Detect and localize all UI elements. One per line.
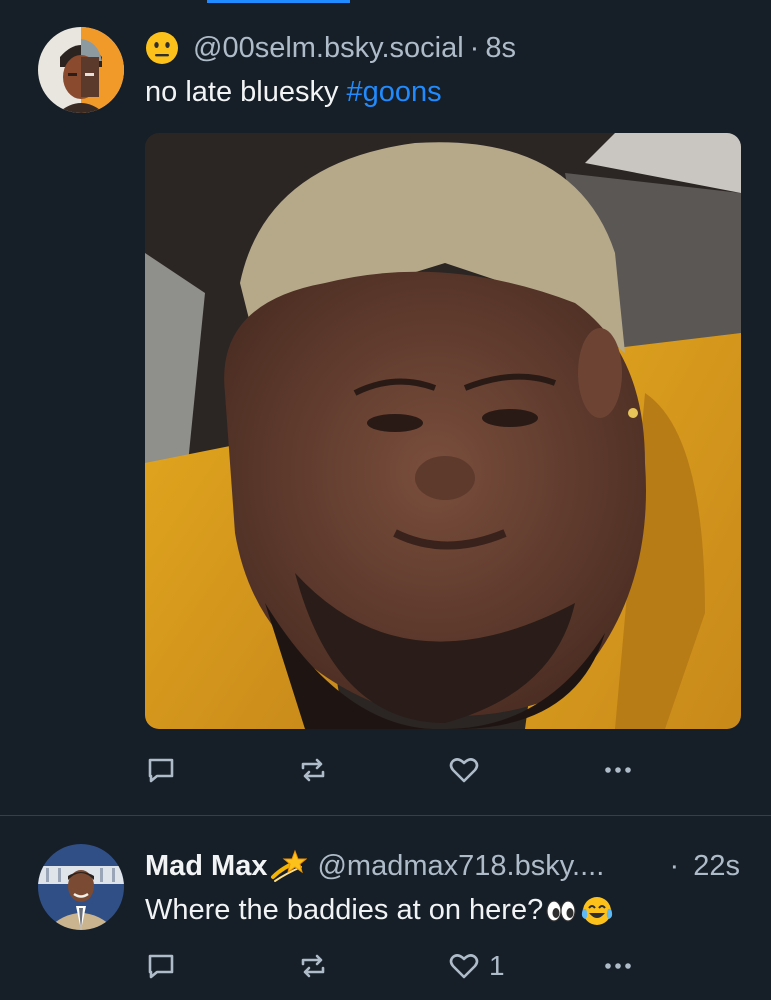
author-handle[interactable]: @madmax718.bsky.... (317, 850, 604, 883)
hashtag-link[interactable]: #goons (346, 76, 441, 109)
tears-of-joy-emoji-icon (582, 896, 613, 925)
post-text: no late bluesky #goons (145, 76, 442, 109)
post-actions (0, 750, 771, 790)
more-options-icon (605, 767, 631, 773)
post-header: Mad Max @madmax718.bsky.... · 22s (145, 848, 740, 884)
reply-icon (148, 758, 174, 783)
feed-post[interactable]: Mad Max @madmax718.bsky.... · 22s Where … (0, 816, 771, 1000)
heart-icon (449, 758, 479, 783)
avatar[interactable] (38, 27, 124, 113)
separator-dot: · (469, 31, 480, 64)
like-button[interactable] (447, 750, 489, 790)
post-image[interactable] (145, 133, 741, 729)
feed-post[interactable]: @00selm.bsky.social · 8s no late bluesky… (0, 0, 771, 815)
reply-icon (148, 954, 174, 979)
reply-button[interactable] (144, 750, 186, 790)
repost-icon (301, 758, 325, 782)
post-actions: 1 (0, 946, 771, 986)
dizzy-star-emoji-icon (271, 849, 308, 882)
post-body-text: no late bluesky (145, 76, 339, 108)
post-header: @00selm.bsky.social · 8s (145, 30, 516, 66)
post-body-text: Where the baddies at on here? (145, 894, 544, 926)
post-time-wrap: · 22s (664, 850, 741, 883)
more-options-button[interactable] (601, 750, 635, 790)
post-timestamp[interactable]: 8s (485, 32, 516, 65)
post-text: Where the baddies at on here? (145, 894, 613, 927)
author-handle[interactable]: @00selm.bsky.social (193, 32, 464, 65)
neutral-face-emoji-icon (146, 32, 178, 64)
eyes-emoji-icon (546, 899, 576, 922)
post-timestamp[interactable]: 22s (693, 850, 740, 882)
like-button[interactable]: 1 (447, 946, 505, 986)
author-display-name[interactable]: Mad Max (145, 850, 267, 883)
repost-icon (301, 954, 325, 978)
repost-button[interactable] (296, 750, 338, 790)
reply-button[interactable] (144, 946, 186, 986)
avatar[interactable] (38, 844, 124, 930)
repost-button[interactable] (296, 946, 338, 986)
separator-dot: · (669, 849, 680, 882)
heart-icon (449, 954, 479, 979)
more-options-button[interactable] (601, 946, 635, 986)
more-options-icon (605, 963, 631, 969)
like-count: 1 (489, 950, 505, 981)
